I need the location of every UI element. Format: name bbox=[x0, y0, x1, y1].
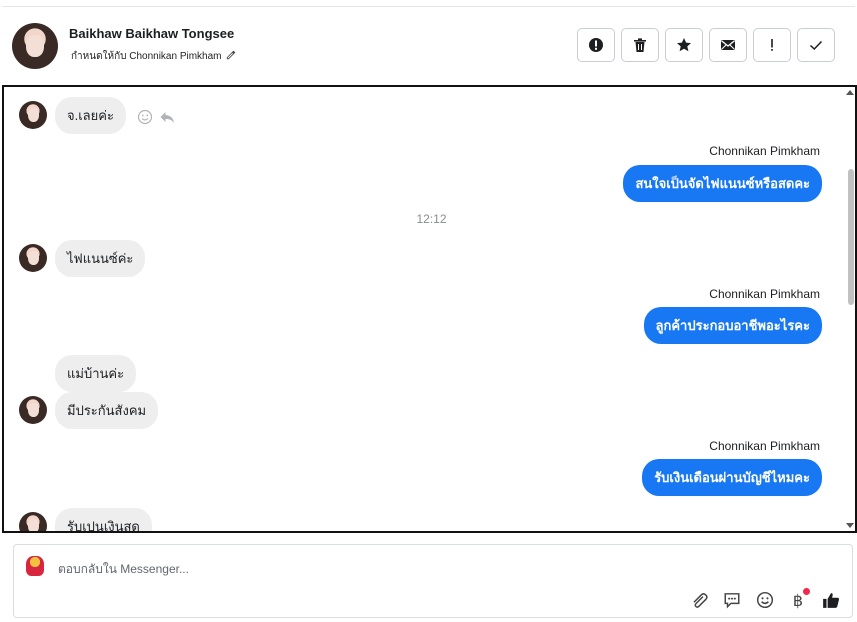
exclamation-icon bbox=[771, 39, 773, 51]
contact-avatar-small bbox=[19, 101, 47, 129]
star-button[interactable] bbox=[665, 28, 703, 62]
chat-scrollbar[interactable] bbox=[845, 87, 855, 531]
sender-name: Chonnikan Pimkham bbox=[709, 439, 820, 453]
paperclip-icon bbox=[693, 593, 708, 608]
smile-icon bbox=[756, 591, 774, 609]
baht-icon: ฿ bbox=[792, 590, 804, 610]
composer-toolbar: ฿ bbox=[688, 588, 842, 611]
header-toolbar bbox=[577, 28, 835, 62]
mail-button[interactable] bbox=[709, 28, 747, 62]
incoming-message[interactable]: มีประกันสังคม bbox=[55, 392, 159, 429]
outgoing-message[interactable]: รับเงินเดือนผ่านบัญชีไหมคะ bbox=[642, 459, 822, 496]
alert-button[interactable] bbox=[577, 28, 615, 62]
reply-input[interactable]: ตอบกลับใน Messenger... bbox=[58, 560, 189, 579]
outgoing-message[interactable]: ลูกค้าประกอบอาชีพอะไรคะ bbox=[643, 307, 822, 344]
conversation-header: Baikhaw Baikhaw Tongsee กำหนดให้กับ Chon… bbox=[2, 6, 855, 86]
trash-icon bbox=[634, 38, 646, 52]
sender-name: Chonnikan Pimkham bbox=[709, 287, 820, 301]
important-button[interactable] bbox=[753, 28, 791, 62]
contact-avatar-small bbox=[19, 512, 47, 531]
scroll-down-arrow-icon[interactable] bbox=[846, 523, 854, 528]
star-icon bbox=[677, 38, 691, 52]
incoming-message[interactable]: รับเปนเงินสด bbox=[55, 508, 152, 531]
incoming-message[interactable]: จ.เลยค่ะ bbox=[55, 97, 126, 134]
messenger-conversation: Baikhaw Baikhaw Tongsee กำหนดให้กับ Chon… bbox=[0, 0, 857, 622]
saved-replies-button[interactable] bbox=[721, 589, 743, 611]
outgoing-message[interactable]: สนใจเป็นจัดไฟแนนซ์หรือสดคะ bbox=[623, 165, 822, 202]
attach-button[interactable] bbox=[688, 589, 710, 611]
payment-button[interactable]: ฿ bbox=[787, 588, 810, 611]
reply-icon[interactable] bbox=[159, 109, 175, 125]
time-separator: 12:12 bbox=[416, 212, 447, 226]
contact-name[interactable]: Baikhaw Baikhaw Tongsee bbox=[69, 26, 234, 41]
incoming-message[interactable]: ไฟแนนซ์ค่ะ bbox=[55, 240, 146, 277]
contact-avatar-small bbox=[19, 396, 47, 424]
message-actions bbox=[137, 109, 175, 125]
scroll-up-arrow-icon[interactable] bbox=[846, 90, 854, 95]
incoming-message[interactable]: แม่บ้านค่ะ bbox=[55, 355, 137, 392]
reply-composer[interactable]: ตอบกลับใน Messenger... ฿ bbox=[13, 544, 853, 618]
alert-circle-icon bbox=[589, 38, 603, 52]
smile-icon[interactable] bbox=[137, 109, 153, 125]
check-icon bbox=[809, 40, 823, 51]
thumbs-up-icon bbox=[823, 593, 840, 608]
delete-button[interactable] bbox=[621, 28, 659, 62]
pencil-icon[interactable] bbox=[226, 50, 236, 63]
done-button[interactable] bbox=[797, 28, 835, 62]
sender-name: Chonnikan Pimkham bbox=[709, 144, 820, 158]
assigned-to-label: กำหนดให้กับ Chonnikan Pimkham bbox=[71, 51, 222, 62]
like-button[interactable] bbox=[820, 589, 842, 611]
emoji-button[interactable] bbox=[754, 589, 776, 611]
notification-dot bbox=[803, 588, 810, 595]
speech-bubble-icon bbox=[724, 593, 740, 609]
scroll-thumb[interactable] bbox=[848, 169, 854, 305]
contact-avatar[interactable] bbox=[12, 23, 58, 69]
assignment-row[interactable]: กำหนดให้กับ Chonnikan Pimkham bbox=[71, 49, 236, 64]
page-avatar bbox=[23, 554, 47, 578]
message-thread[interactable]: จ.เลยค่ะ Chonnikan Pimkham สนใจเป็นจัดไฟ… bbox=[2, 85, 857, 533]
envelope-icon bbox=[721, 40, 735, 50]
contact-avatar-small bbox=[19, 244, 47, 272]
